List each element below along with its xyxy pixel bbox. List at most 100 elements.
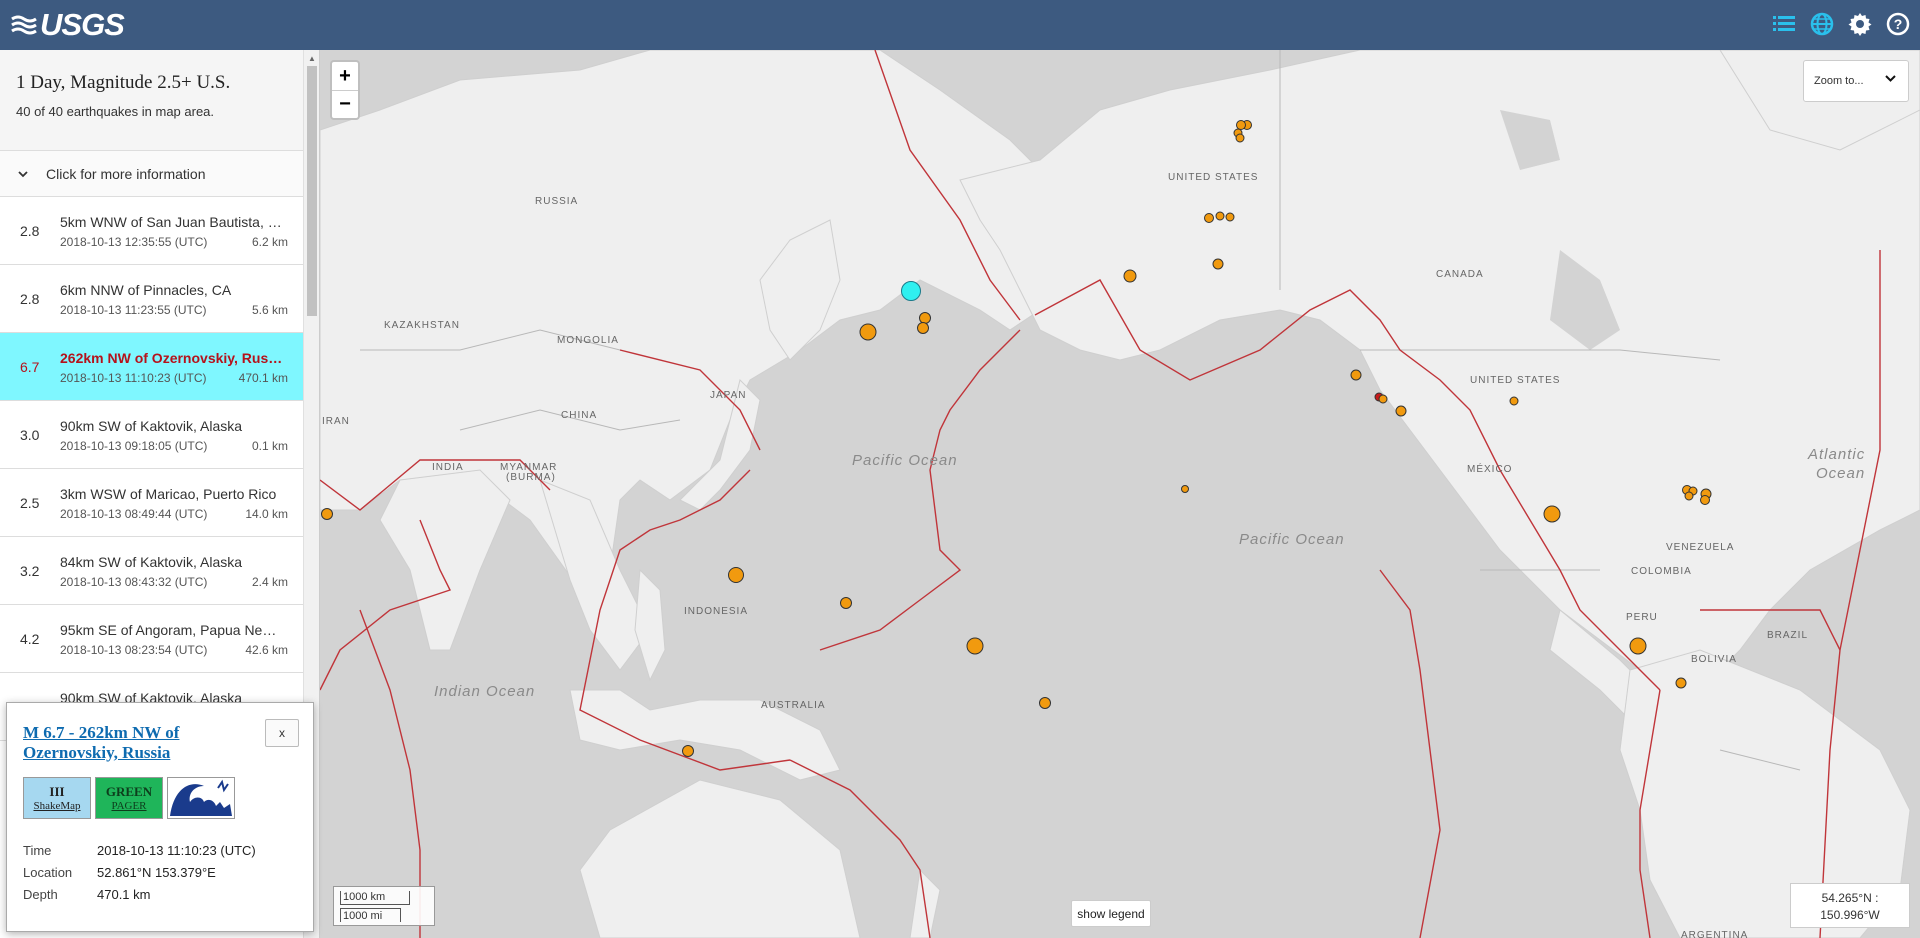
popup-detail-row: Time 2018-10-13 11:10:23 (UTC) [23,839,256,861]
label-united-states-alaska: UNITED STATES [1168,172,1259,183]
quake-marker[interactable] [1629,637,1647,655]
pager-label: PAGER [111,800,147,812]
quake-marker[interactable] [1509,396,1519,406]
quake-marker[interactable] [1215,211,1225,221]
chevron-down-icon [1885,74,1896,86]
quake-marker[interactable] [728,567,744,583]
quake-marker[interactable] [859,323,877,341]
svg-text:?: ? [1894,16,1903,32]
scrollbar-thumb[interactable] [307,66,317,316]
label-india: INDIA [432,462,464,473]
label-bolivia: BOLIVIA [1691,654,1737,665]
earthquake-magnitude: 6.7 [20,359,40,375]
gear-icon[interactable] [1846,10,1874,38]
quake-marker[interactable] [1684,491,1694,501]
quake-marker[interactable] [1700,495,1710,505]
quake-marker[interactable] [1236,120,1246,130]
quake-marker[interactable] [321,508,333,520]
quake-marker[interactable] [1675,677,1687,689]
list-icon[interactable] [1770,10,1798,38]
earthquake-magnitude: 2.8 [20,291,40,307]
earthquake-time: 2018-10-13 08:49:44 (UTC) [60,507,208,521]
label-pacific-ocean-east: Pacific Ocean [1239,531,1345,548]
popup-detail-row: Depth 470.1 km [23,883,256,905]
earthquake-depth: 2.4 km [251,575,288,589]
label-australia: AUSTRALIA [761,700,826,711]
pager-badge[interactable]: GREEN PAGER [95,777,163,819]
popup-close-button[interactable]: x [265,719,299,747]
quake-marker[interactable] [919,312,931,324]
earthquake-row[interactable]: 4.2 95km SE of Angoram, Papua New Guinea 2… [0,605,304,673]
label-indonesia: INDONESIA [684,606,749,617]
quake-marker[interactable] [1543,505,1561,523]
earthquake-magnitude: 3.0 [20,427,40,443]
tsunami-icon[interactable] [167,777,235,819]
earthquake-time: 2018-10-13 08:23:54 (UTC) [60,643,208,657]
quake-marker[interactable] [1225,212,1235,222]
quake-marker[interactable] [1212,258,1224,270]
quake-marker[interactable] [840,597,852,609]
earthquake-depth: 0.1 km [251,439,288,453]
scroll-up-arrow-icon[interactable]: ▲ [308,54,316,63]
earthquake-depth: 14.0 km [245,507,288,521]
scale-km: 1000 km [340,891,411,905]
earthquake-magnitude: 2.8 [20,223,40,239]
coords-lat: 54.265°N : [1821,891,1879,905]
quake-marker[interactable] [682,745,694,757]
earthquake-magnitude: 2.5 [20,495,40,511]
zoom-in-button[interactable]: + [332,62,358,90]
earthquake-place: 95km SE of Angoram, Papua New Guinea [60,622,286,638]
quake-marker[interactable] [1350,369,1362,381]
help-icon[interactable]: ? [1884,10,1912,38]
earthquake-row-selected[interactable]: 6.7 262km NW of Ozernovskiy, Russia 2018-1… [0,333,304,401]
show-legend-button[interactable]: show legend [1071,900,1151,927]
label-indian-ocean: Indian Ocean [434,683,536,700]
quake-marker[interactable] [1039,697,1051,709]
earthquake-row[interactable]: 3.0 90km SW of Kaktovik, Alaska 2018-10-13… [0,401,304,469]
earthquake-depth: 470.1 km [238,371,288,385]
more-info-label: Click for more information [46,165,206,182]
earthquake-row[interactable]: 2.8 6km NNW of Pinnacles, CA 2018-10-13 11… [0,265,304,333]
quake-marker[interactable] [1378,394,1388,404]
earthquake-depth: 42.6 km [245,643,288,657]
zoom-out-button[interactable]: − [332,90,358,118]
label-canada: CANADA [1436,269,1484,280]
earthquake-time: 2018-10-13 11:23:55 (UTC) [60,303,207,317]
earthquake-place: 90km SW of Kaktovik, Alaska [60,418,243,434]
earthquake-place: 5km WNW of San Juan Bautista, CA [60,214,286,230]
earthquake-map[interactable]: RUSSIA UNITED STATES CANADA UNITED STATE… [320,50,1920,938]
more-info-toggle[interactable]: Click for more information [0,151,304,197]
popup-detail-row: Location 52.861°N 153.379°E [23,861,256,883]
earthquake-popup: M 6.7 - 262km NW of Ozernovskiy, Russia … [6,702,314,932]
earthquake-row[interactable]: 3.2 84km SW of Kaktovik, Alaska 2018-10-13… [0,537,304,605]
zoom-to-dropdown[interactable]: Zoom to... [1803,60,1909,102]
logo-text: USGS [40,7,125,42]
quake-marker[interactable] [1181,485,1189,493]
shakemap-badge[interactable]: III ShakeMap [23,777,91,819]
label-peru: PERU [1626,612,1658,623]
detail-label: Location [23,864,73,880]
earthquake-count: 40 of 40 earthquakes in map area. [16,104,215,119]
quake-marker[interactable] [1123,269,1137,283]
usgs-logo[interactable]: USGS [10,7,125,42]
popup-title-link[interactable]: M 6.7 - 262km NW of Ozernovskiy, Russia [23,723,233,763]
label-argentina: ARGENTINA [1681,930,1749,938]
earthquake-row[interactable]: 2.5 3km WSW of Maricao, Puerto Rico 2018-1… [0,469,304,537]
label-japan: JAPAN [710,390,747,401]
label-mexico: MÉXICO [1467,464,1513,475]
detail-value: 52.861°N 153.379°E [97,864,216,880]
quake-marker[interactable] [1395,405,1407,417]
earthquake-magnitude: 3.2 [20,563,40,579]
quake-marker[interactable] [1204,213,1214,223]
earthquake-row[interactable]: 2.8 5km WNW of San Juan Bautista, CA 2018-… [0,197,304,265]
globe-icon[interactable] [1808,10,1836,38]
earthquake-place: 6km NNW of Pinnacles, CA [60,282,232,298]
selected-quake-marker[interactable] [901,281,921,301]
mouse-coordinates: 54.265°N : 150.996°W [1790,883,1910,928]
label-china: CHINA [561,410,598,421]
quake-marker[interactable] [966,637,984,655]
quake-marker[interactable] [917,322,929,334]
quake-marker[interactable] [1235,133,1245,143]
earthquake-time: 2018-10-13 11:10:23 (UTC) [60,371,207,385]
zoom-control: + − [330,60,360,120]
